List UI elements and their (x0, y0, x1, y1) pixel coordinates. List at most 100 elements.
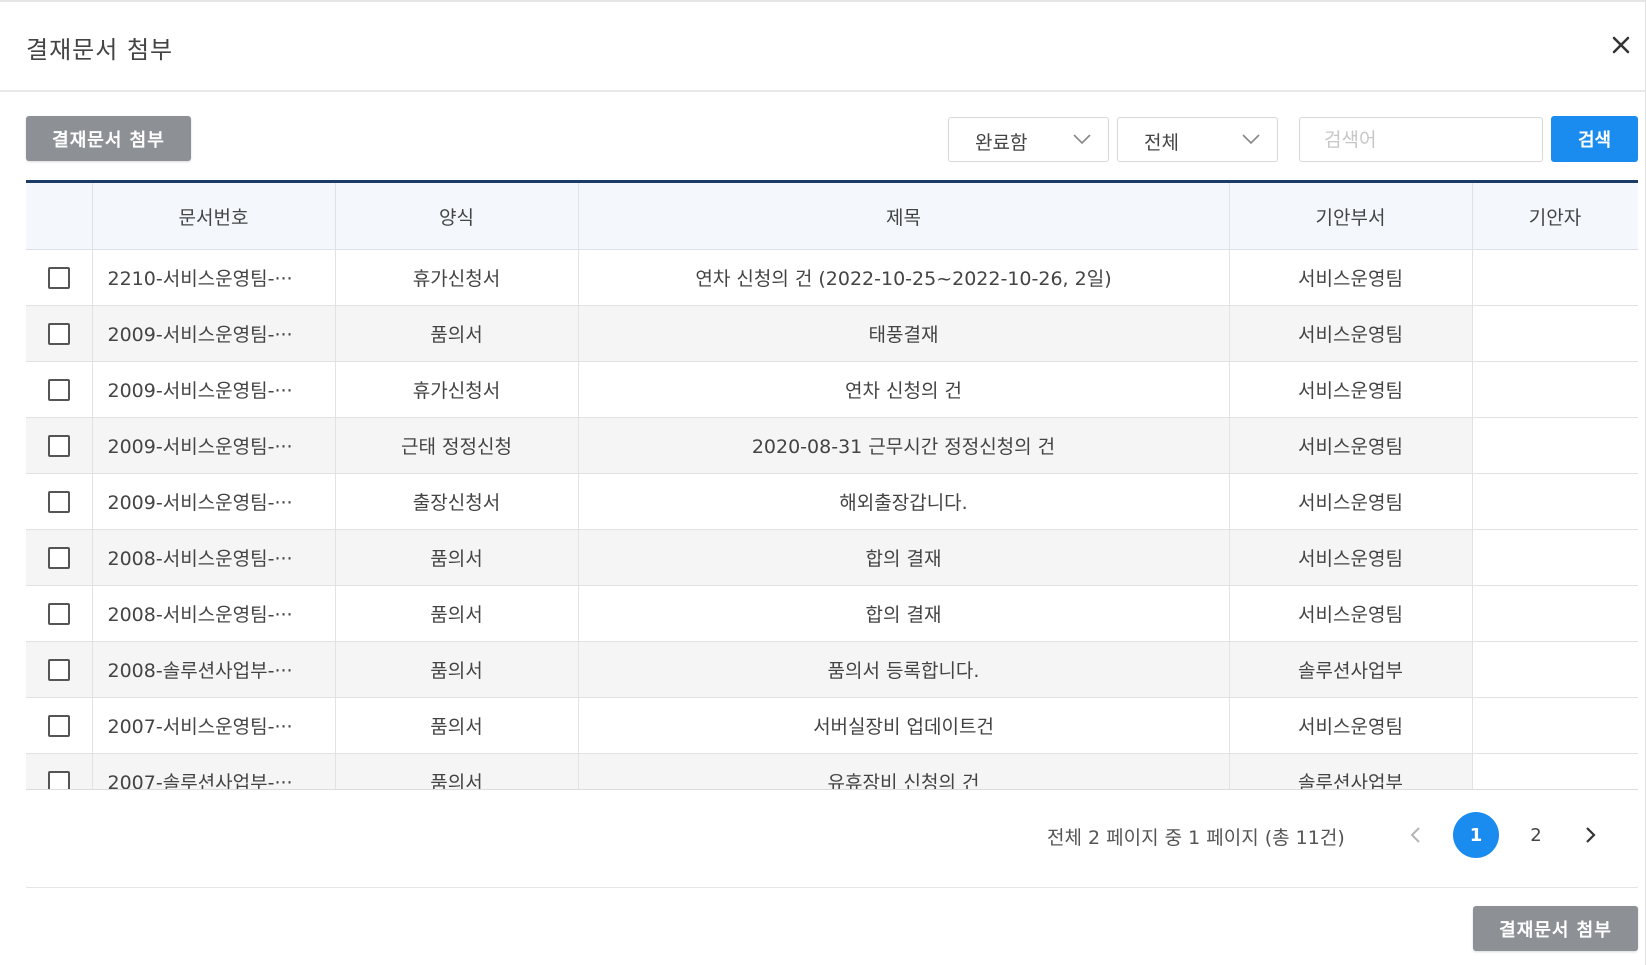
checkbox-icon[interactable] (47, 714, 70, 737)
title-cell[interactable]: 합의 결재 (578, 585, 1230, 642)
table-row[interactable]: 2009-서비스운영팀-··· 근태 정정신청 2020-08-31 근무시간 정정… (26, 417, 1638, 474)
title-cell[interactable]: 합의 결재 (578, 529, 1230, 586)
table-row[interactable]: 2009-서비스운영팀-··· 휴가신청서 연차 신청의 건 서비스운영팀 (26, 361, 1638, 418)
doc-number-cell: 2007-서비스운영팀-··· (92, 697, 336, 754)
row-checkbox-cell (26, 753, 93, 789)
department-cell: 서비스운영팀 (1229, 473, 1473, 530)
author-cell (1472, 249, 1638, 306)
form-cell: 품의서 (335, 305, 579, 362)
author-cell (1472, 641, 1638, 698)
row-checkbox-cell (26, 305, 93, 362)
search-input[interactable] (1299, 117, 1543, 162)
row-checkbox-cell (26, 417, 93, 474)
checkbox-icon[interactable] (47, 546, 70, 569)
header-department[interactable]: 기안부서 (1229, 183, 1473, 250)
author-cell (1472, 753, 1638, 789)
chevron-right-icon[interactable] (1578, 823, 1602, 847)
footer-divider (26, 887, 1638, 888)
title-cell[interactable]: 연차 신청의 건 (578, 361, 1230, 418)
form-cell: 휴가신청서 (335, 249, 579, 306)
department-cell: 솔루션사업부 (1229, 641, 1473, 698)
author-cell (1472, 473, 1638, 530)
author-cell (1472, 697, 1638, 754)
author-cell (1472, 417, 1638, 474)
department-cell: 서비스운영팀 (1229, 697, 1473, 754)
row-checkbox-cell (26, 249, 93, 306)
title-cell[interactable]: 품의서 등록합니다. (578, 641, 1230, 698)
header-form[interactable]: 양식 (335, 183, 579, 250)
attach-document-footer-button[interactable]: 결재문서 첨부 (1473, 906, 1638, 951)
chevron-down-icon (1242, 134, 1260, 145)
header-doc-number[interactable]: 문서번호 (92, 183, 336, 250)
doc-number-cell: 2009-서비스운영팀-··· (92, 305, 336, 362)
table-row[interactable]: 2009-서비스운영팀-··· 품의서 태풍결재 서비스운영팀 (26, 305, 1638, 362)
doc-number-cell: 2007-솔루션사업부-··· (92, 753, 336, 789)
chevron-down-icon (1073, 134, 1091, 145)
doc-number-cell: 2009-서비스운영팀-··· (92, 361, 336, 418)
form-cell: 출장신청서 (335, 473, 579, 530)
status-select-value: 완료함 (975, 132, 1028, 154)
author-cell (1472, 361, 1638, 418)
scope-select[interactable]: 전체 (1117, 117, 1278, 162)
row-checkbox-cell (26, 697, 93, 754)
doc-number-cell: 2009-서비스운영팀-··· (92, 473, 336, 530)
doc-number-cell: 2008-솔루션사업부-··· (92, 641, 336, 698)
row-checkbox-cell (26, 473, 93, 530)
scope-select-value: 전체 (1144, 132, 1179, 154)
row-checkbox-cell (26, 529, 93, 586)
title-cell[interactable]: 2020-08-31 근무시간 정정신청의 건 (578, 417, 1230, 474)
checkbox-icon[interactable] (47, 266, 70, 289)
form-cell: 품의서 (335, 753, 579, 789)
checkbox-icon[interactable] (47, 378, 70, 401)
dialog-title: 결재문서 첨부 (26, 36, 174, 64)
header-checkbox-column (26, 183, 93, 250)
form-cell: 품의서 (335, 585, 579, 642)
checkbox-icon[interactable] (47, 322, 70, 345)
checkbox-icon[interactable] (47, 770, 70, 789)
form-cell: 근태 정정신청 (335, 417, 579, 474)
row-checkbox-cell (26, 361, 93, 418)
table-row[interactable]: 2008-서비스운영팀-··· 품의서 합의 결재 서비스운영팀 (26, 529, 1638, 586)
row-checkbox-cell (26, 585, 93, 642)
doc-number-cell: 2008-서비스운영팀-··· (92, 529, 336, 586)
attach-document-button[interactable]: 결재문서 첨부 (26, 116, 191, 161)
title-cell[interactable]: 태풍결재 (578, 305, 1230, 362)
doc-number-cell: 2009-서비스운영팀-··· (92, 417, 336, 474)
table-header-row: 문서번호 양식 제목 기안부서 기안자 (26, 183, 1638, 250)
author-cell (1472, 305, 1638, 362)
document-table: 문서번호 양식 제목 기안부서 기안자 2210-서비스운영팀-··· 휴가신청서… (26, 180, 1638, 790)
close-icon[interactable] (1606, 30, 1636, 60)
dialog-header: 결재문서 첨부 (0, 0, 1646, 92)
checkbox-icon[interactable] (47, 434, 70, 457)
table-row[interactable]: 2007-서비스운영팀-··· 품의서 서버실장비 업데이트건 서비스운영팀 (26, 697, 1638, 754)
title-cell[interactable]: 해외출장갑니다. (578, 473, 1230, 530)
table-row[interactable]: 2210-서비스운영팀-··· 휴가신청서 연차 신청의 건 (2022-10-25… (26, 249, 1638, 306)
title-cell[interactable]: 유휴장비 신청의 건 (578, 753, 1230, 789)
checkbox-icon[interactable] (47, 658, 70, 681)
author-cell (1472, 585, 1638, 642)
author-cell (1472, 529, 1638, 586)
page-button-1[interactable]: 1 (1453, 812, 1499, 858)
checkbox-icon[interactable] (47, 490, 70, 513)
header-author[interactable]: 기안자 (1472, 183, 1638, 250)
department-cell: 서비스운영팀 (1229, 585, 1473, 642)
doc-number-cell: 2008-서비스운영팀-··· (92, 585, 336, 642)
header-title[interactable]: 제목 (578, 183, 1230, 250)
status-select[interactable]: 완료함 (948, 117, 1109, 162)
table-row[interactable]: 2009-서비스운영팀-··· 출장신청서 해외출장갑니다. 서비스운영팀 (26, 473, 1638, 530)
row-checkbox-cell (26, 641, 93, 698)
search-button[interactable]: 검색 (1551, 116, 1638, 162)
title-cell[interactable]: 서버실장비 업데이트건 (578, 697, 1230, 754)
doc-number-cell: 2210-서비스운영팀-··· (92, 249, 336, 306)
form-cell: 품의서 (335, 641, 579, 698)
department-cell: 솔루션사업부 (1229, 753, 1473, 789)
page-button-2[interactable]: 2 (1513, 812, 1559, 858)
form-cell: 품의서 (335, 529, 579, 586)
checkbox-icon[interactable] (47, 602, 70, 625)
chevron-left-icon[interactable] (1404, 823, 1428, 847)
table-row[interactable]: 2008-솔루션사업부-··· 품의서 품의서 등록합니다. 솔루션사업부 (26, 641, 1638, 698)
form-cell: 휴가신청서 (335, 361, 579, 418)
title-cell[interactable]: 연차 신청의 건 (2022-10-25~2022-10-26, 2일) (578, 249, 1230, 306)
table-row[interactable]: 2007-솔루션사업부-··· 품의서 유휴장비 신청의 건 솔루션사업부 (26, 753, 1638, 789)
table-row[interactable]: 2008-서비스운영팀-··· 품의서 합의 결재 서비스운영팀 (26, 585, 1638, 642)
